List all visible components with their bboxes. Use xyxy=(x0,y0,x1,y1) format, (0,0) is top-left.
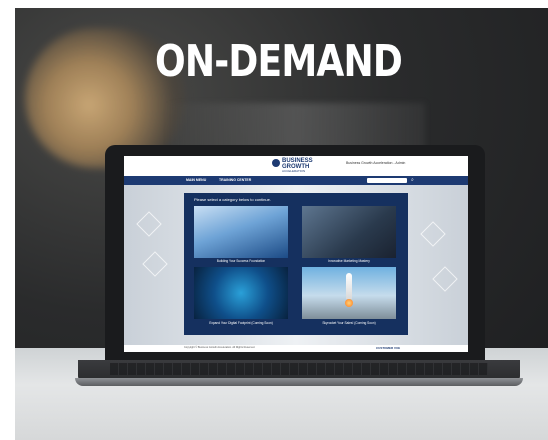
category-tile-skyrocket-sales[interactable] xyxy=(302,267,396,319)
category-prompt: Please select a category below to contin… xyxy=(194,197,271,202)
user-account-label[interactable]: Business Growth Acceleration - Admin xyxy=(346,161,405,165)
footer-logo: CUSTOMER VUE xyxy=(376,345,401,350)
nav-main-menu[interactable]: MAIN MENU xyxy=(186,178,206,182)
tile-label[interactable]: Innovative Marketing Mastery xyxy=(299,259,399,263)
footer-copyright: Copyright © Business Growth Acceleration… xyxy=(184,346,256,349)
site-nav: MAIN MENU TRAINING CENTER ⌕ xyxy=(124,176,468,185)
category-panel: Please select a category below to contin… xyxy=(184,193,408,335)
tile-label[interactable]: Building Your Success Foundation xyxy=(191,259,291,263)
site-header: BUSINESS GROWTH ACCELERATION Business Gr… xyxy=(124,156,468,176)
search-input[interactable] xyxy=(367,177,407,183)
site-footer: Copyright © Business Growth Acceleration… xyxy=(124,345,468,352)
category-tile-digital-footprint[interactable] xyxy=(194,267,288,319)
tile-label[interactable]: Skyrocket Your Sales! (Coming Soon) xyxy=(299,321,399,325)
hex-decoration xyxy=(142,251,168,277)
hex-decoration xyxy=(136,211,162,237)
tile-label[interactable]: Expand Your Digital Footprint (Coming So… xyxy=(191,321,291,325)
headline: ON-DEMAND xyxy=(155,36,403,87)
hex-decoration xyxy=(432,266,458,292)
brand-logo-icon xyxy=(272,159,280,167)
hex-decoration xyxy=(420,221,446,247)
logo-subtitle: ACCELERATION xyxy=(282,169,306,173)
laptop-keyboard xyxy=(110,363,488,375)
laptop-screen: BUSINESS GROWTH ACCELERATION Business Gr… xyxy=(124,156,468,352)
category-tile-marketing-mastery[interactable] xyxy=(302,206,396,258)
laptop-base-edge xyxy=(75,378,523,386)
search-icon[interactable]: ⌕ xyxy=(411,177,414,183)
rocket-icon xyxy=(346,273,352,299)
nav-training-center[interactable]: TRAINING CENTER xyxy=(219,178,251,182)
category-tile-success-foundation[interactable] xyxy=(194,206,288,258)
rocket-flame-icon xyxy=(345,299,353,307)
